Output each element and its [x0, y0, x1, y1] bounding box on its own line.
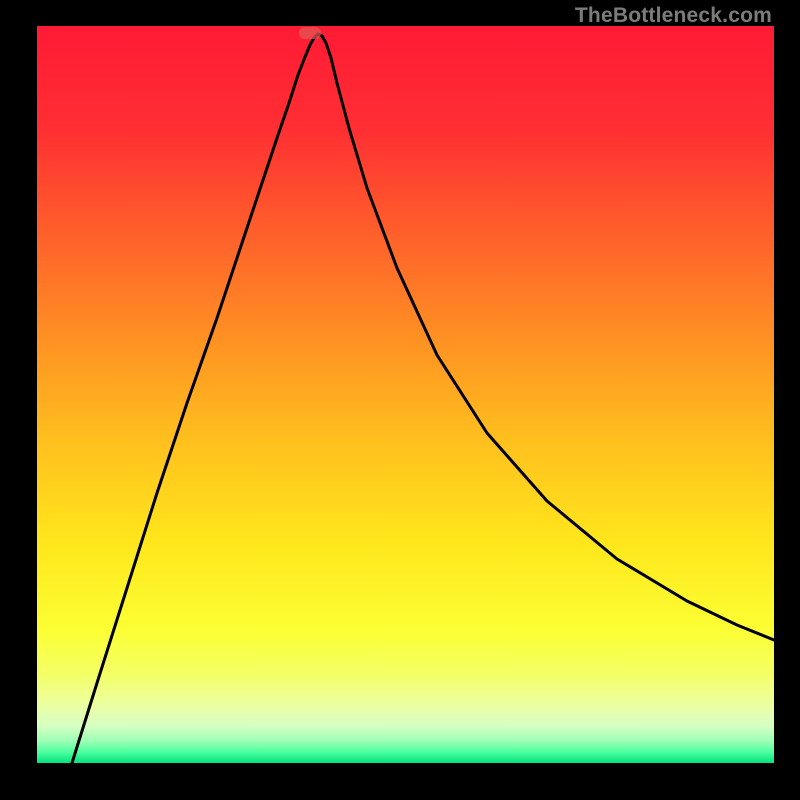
- curve-layer: [37, 26, 774, 763]
- chart-frame: TheBottleneck.com: [0, 0, 800, 800]
- optimum-marker: [299, 27, 321, 39]
- bottleneck-curve: [72, 34, 774, 763]
- plot-area: [37, 26, 774, 763]
- watermark-text: TheBottleneck.com: [575, 4, 772, 28]
